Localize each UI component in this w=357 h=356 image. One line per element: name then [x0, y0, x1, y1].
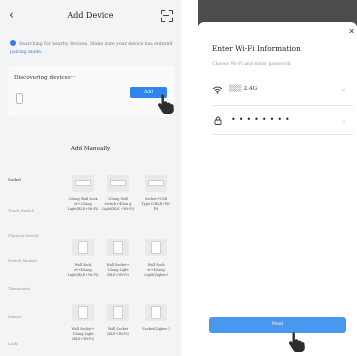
device-image[interactable] [145, 239, 167, 256]
device-label: Socket(Zigbee ) [142, 327, 170, 331]
category-lock[interactable]: Lock [8, 341, 17, 346]
device-image[interactable] [145, 175, 167, 192]
pairing-notice: Searching for nearby devices. Make sure … [10, 40, 175, 57]
add-manually-title: Add Manually [70, 146, 111, 152]
wifi-icon [213, 86, 222, 94]
pointer-hand-icon [158, 94, 174, 114]
device-image[interactable] [107, 304, 129, 321]
device-label: 2Gang Wall Sock et+2Gang Light(BLE+Wi-Fi… [67, 197, 99, 211]
device-label: Socket+USB Type-C(BLE+Wi-Fi) [141, 197, 171, 211]
close-icon[interactable]: ✕ [348, 27, 355, 36]
pairing-mode-link[interactable]: pairing mode [10, 50, 41, 55]
swap-icon[interactable]: ⇄ [342, 87, 345, 92]
notice-suffix: . [40, 50, 43, 55]
wifi-title: Enter Wi-Fi Information [212, 44, 301, 53]
next-button[interactable]: Next [209, 317, 346, 333]
eye-closed-icon[interactable]: ⌄ [342, 118, 346, 124]
device-label: Wall Socket+ 2Gang Light (BLE+Wi-Fi) [106, 263, 130, 277]
category-physical-switch[interactable]: Physical Switch [8, 233, 38, 238]
wifi-info-screen: ✕ Enter Wi-Fi Information Choose Wi-Fi a… [198, 0, 357, 356]
divider [213, 134, 353, 135]
category-sensor[interactable]: Sensor [8, 314, 21, 319]
category-switch-module[interactable]: Switch Module [8, 258, 37, 263]
header-bar: ‹ Add Device [0, 0, 181, 30]
device-image[interactable] [107, 175, 129, 192]
phone-icon [16, 93, 23, 104]
device-image[interactable] [72, 175, 94, 192]
device-label: Wall Sock et+4Gang Light(Zigbee) [144, 263, 168, 277]
category-thermostat[interactable]: Thermostat [8, 286, 30, 291]
category-socket[interactable]: Socket [8, 177, 21, 182]
password-field[interactable]: •••••••• [231, 115, 293, 124]
wifi-sheet [198, 22, 357, 356]
discovering-card: Discovering devices··· Add [8, 66, 174, 117]
discovering-label: Discovering devices··· [14, 75, 77, 81]
lock-icon [214, 116, 222, 125]
device-label: Wall Sock et+4Gang Light(BLE+Wi-Fi) [67, 263, 99, 277]
device-label: 2Gang Wall Switch+4Gan g Light(BLE +Wi-F… [102, 197, 134, 211]
device-image[interactable] [72, 239, 94, 256]
add-device-screen: ‹ Add Device Searching for nearby device… [0, 0, 181, 356]
scan-icon[interactable] [161, 10, 171, 20]
wifi-subtitle: Choose Wi-Fi and enter password [212, 62, 291, 67]
device-image[interactable] [107, 239, 129, 256]
pointer-hand-icon [289, 332, 305, 352]
device-label: Wall Socket+ 1Gang Light (BLE+Wi-Fi) [71, 327, 95, 341]
page-title: Add Device [67, 11, 114, 20]
wifi-ssid-field[interactable]: ░░░ 2.4G [229, 86, 257, 92]
device-image[interactable] [145, 304, 167, 321]
divider [213, 105, 353, 106]
device-image[interactable] [72, 304, 94, 321]
bluetooth-icon [10, 40, 16, 46]
notice-text: Searching for nearby devices. Make sure … [19, 42, 173, 47]
device-label: Wall Socket (BLE+Wi-Fi) [107, 327, 129, 336]
category-touch-switch[interactable]: Touch Switch [8, 208, 34, 213]
